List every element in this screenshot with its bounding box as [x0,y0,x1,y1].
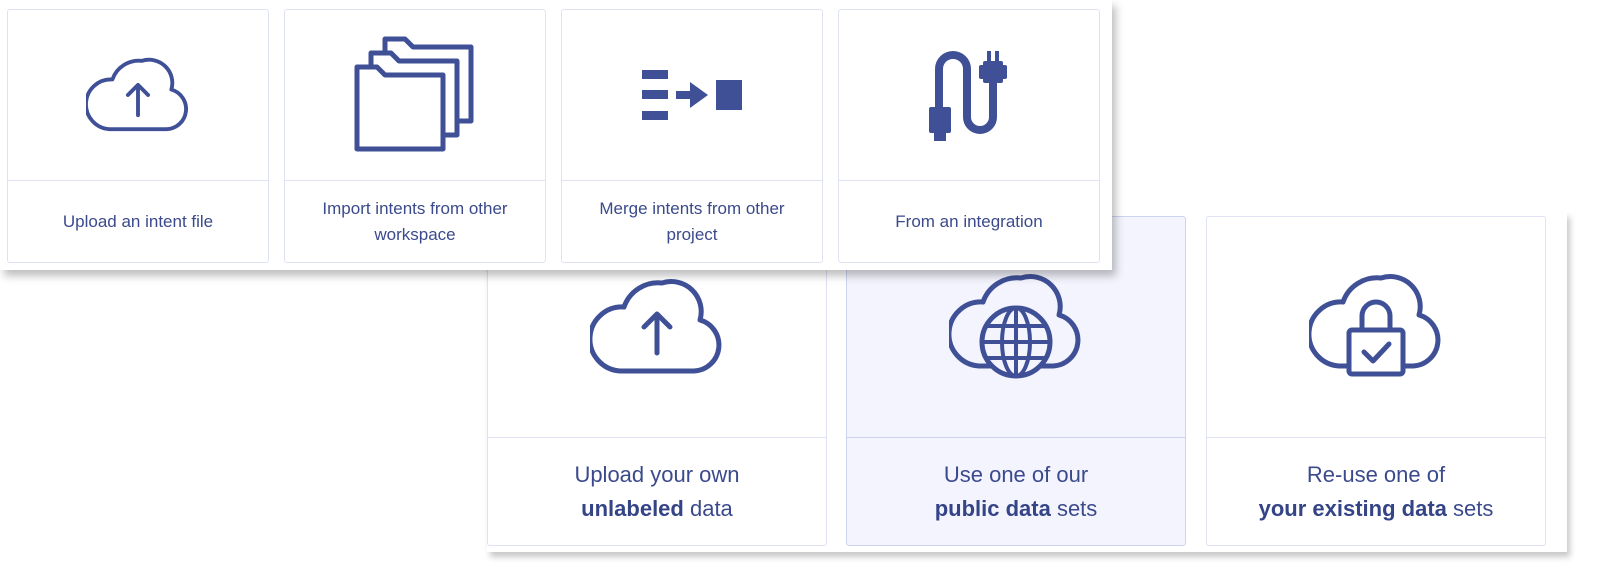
intent-source-panel: Upload an intent file Import intents fro… [0,0,1112,270]
card-label: Merge intents from other project [562,180,822,262]
import-intents-card[interactable]: Import intents from other workspace [284,9,546,263]
card-label: Import intents from other workspace [285,180,545,262]
card-label: Use one of our public data sets [847,437,1185,545]
card-label: From an integration [839,180,1099,262]
cloud-lock-icon [1309,274,1441,377]
merge-intents-card[interactable]: Merge intents from other project [561,9,823,263]
cloud-upload-icon [590,279,722,374]
card-label: Re-use one of your existing data sets [1207,437,1545,545]
existing-data-sets-card[interactable]: Re-use one of your existing data sets [1206,216,1546,546]
card-label: Upload an intent file [8,180,268,262]
upload-intent-file-card[interactable]: Upload an intent file [7,9,269,263]
cloud-upload-icon [86,57,188,132]
card-label: Upload your own unlabeled data [488,437,826,545]
cloud-globe-icon [949,274,1081,379]
folders-icon [354,36,474,152]
cable-plug-icon [929,51,1007,141]
from-integration-card[interactable]: From an integration [838,9,1100,263]
merge-arrow-icon [642,70,742,120]
